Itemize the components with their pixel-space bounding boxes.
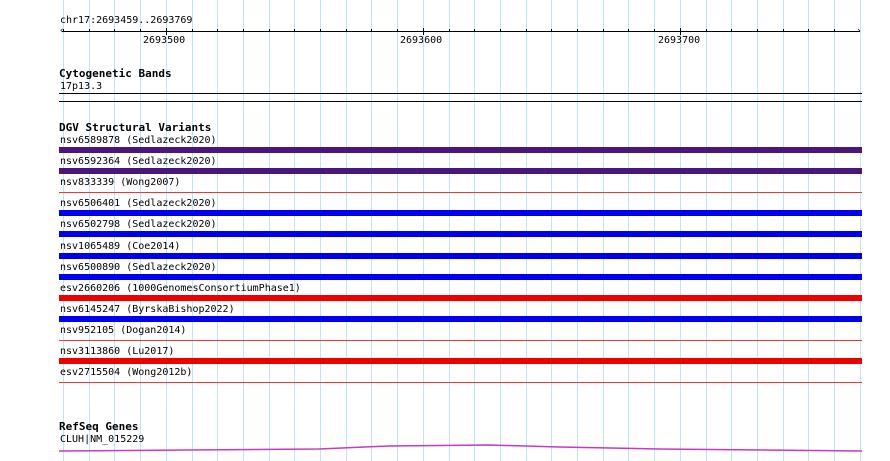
- dgv-variant-label[interactable]: esv2660206 (1000GenomesConsortiumPhase1): [60, 283, 301, 295]
- dgv-variant-label[interactable]: esv2715504 (Wong2012b): [60, 367, 192, 379]
- ruler-minor-tick: [294, 29, 295, 32]
- ruler-right-arrow: ›: [856, 26, 862, 36]
- dgv-variant-label[interactable]: nsv952105 (Dogan2014): [60, 325, 186, 337]
- ruler-position-label: chr17:2693459..2693769: [60, 15, 193, 26]
- ruler-minor-tick: [706, 29, 707, 32]
- ruler-major-tick: [680, 28, 681, 35]
- cytoband-track-title[interactable]: Cytogenetic Bands: [59, 68, 172, 80]
- ruler-minor-tick: [371, 29, 372, 32]
- dgv-variant-feature[interactable]: [59, 382, 862, 383]
- dgv-variant-label[interactable]: nsv6500890 (Sedlazeck2020): [60, 262, 217, 274]
- ruler-minor-tick: [114, 29, 115, 32]
- ruler-minor-tick: [834, 29, 835, 32]
- ruler-minor-tick: [783, 29, 784, 32]
- dgv-variant-label[interactable]: nsv1065489 (Coe2014): [60, 241, 180, 253]
- ruler-tick-label: 2693500: [143, 35, 186, 46]
- ruler-minor-tick: [449, 29, 450, 32]
- refseq-track-title[interactable]: RefSeq Genes: [59, 421, 138, 433]
- ruler-minor-tick: [217, 29, 218, 32]
- cytoband-label: 17p13.3: [60, 81, 103, 92]
- dgv-variant-feature[interactable]: [59, 192, 862, 193]
- dgv-variant-label[interactable]: nsv3113860 (Lu2017): [60, 346, 174, 358]
- ruler-minor-tick: [757, 29, 758, 32]
- dgv-variant-label[interactable]: nsv6592364 (Sedlazeck2020): [60, 156, 217, 168]
- ruler-minor-tick: [808, 29, 809, 32]
- dgv-variant-feature[interactable]: [59, 168, 862, 174]
- ruler-minor-tick: [269, 29, 270, 32]
- refseq-gene-model[interactable]: [59, 440, 862, 454]
- ruler-tick-label: 2693700: [658, 35, 701, 46]
- ruler-minor-tick: [346, 29, 347, 32]
- ruler-minor-tick: [603, 29, 604, 32]
- ruler-minor-tick: [628, 29, 629, 32]
- ruler-minor-tick: [577, 29, 578, 32]
- ruler-minor-tick: [551, 29, 552, 32]
- cytoband-band-bottom: [59, 101, 862, 102]
- ruler-minor-tick: [731, 29, 732, 32]
- cytoband-band[interactable]: [59, 93, 862, 94]
- dgv-variant-feature[interactable]: [59, 295, 862, 301]
- ruler-minor-tick: [654, 29, 655, 32]
- ruler-minor-tick: [526, 29, 527, 32]
- dgv-variant-feature[interactable]: [59, 316, 862, 322]
- ruler-minor-tick: [89, 29, 90, 32]
- dgv-variant-label[interactable]: nsv6502798 (Sedlazeck2020): [60, 219, 217, 231]
- ruler-minor-tick: [140, 29, 141, 32]
- ruler-major-tick: [423, 28, 424, 35]
- ruler-minor-tick: [500, 29, 501, 32]
- ruler-minor-tick: [192, 29, 193, 32]
- dgv-variant-feature[interactable]: [59, 358, 862, 364]
- ruler-minor-tick: [320, 29, 321, 32]
- dgv-variant-label[interactable]: nsv833339 (Wong2007): [60, 177, 180, 189]
- dgv-variant-label[interactable]: nsv6589878 (Sedlazeck2020): [60, 135, 217, 147]
- dgv-variant-label[interactable]: nsv6506401 (Sedlazeck2020): [60, 198, 217, 210]
- ruler-tick-label: 2693600: [400, 35, 443, 46]
- ruler-minor-tick: [243, 29, 244, 32]
- dgv-variant-feature[interactable]: [59, 274, 862, 280]
- ruler-minor-tick: [474, 29, 475, 32]
- ruler-major-tick: [166, 28, 167, 35]
- ruler-minor-tick: [63, 29, 64, 32]
- dgv-track-title[interactable]: DGV Structural Variants: [59, 122, 211, 134]
- dgv-variant-feature[interactable]: [59, 231, 862, 237]
- ruler-axis: [62, 31, 860, 32]
- ruler-minor-tick: [397, 29, 398, 32]
- dgv-variant-feature[interactable]: [59, 340, 862, 341]
- dgv-variant-feature[interactable]: [59, 147, 862, 153]
- dgv-variant-label[interactable]: nsv6145247 (ByrskaBishop2022): [60, 304, 235, 316]
- dgv-variant-feature[interactable]: [59, 253, 862, 259]
- dgv-variant-feature[interactable]: [59, 210, 862, 216]
